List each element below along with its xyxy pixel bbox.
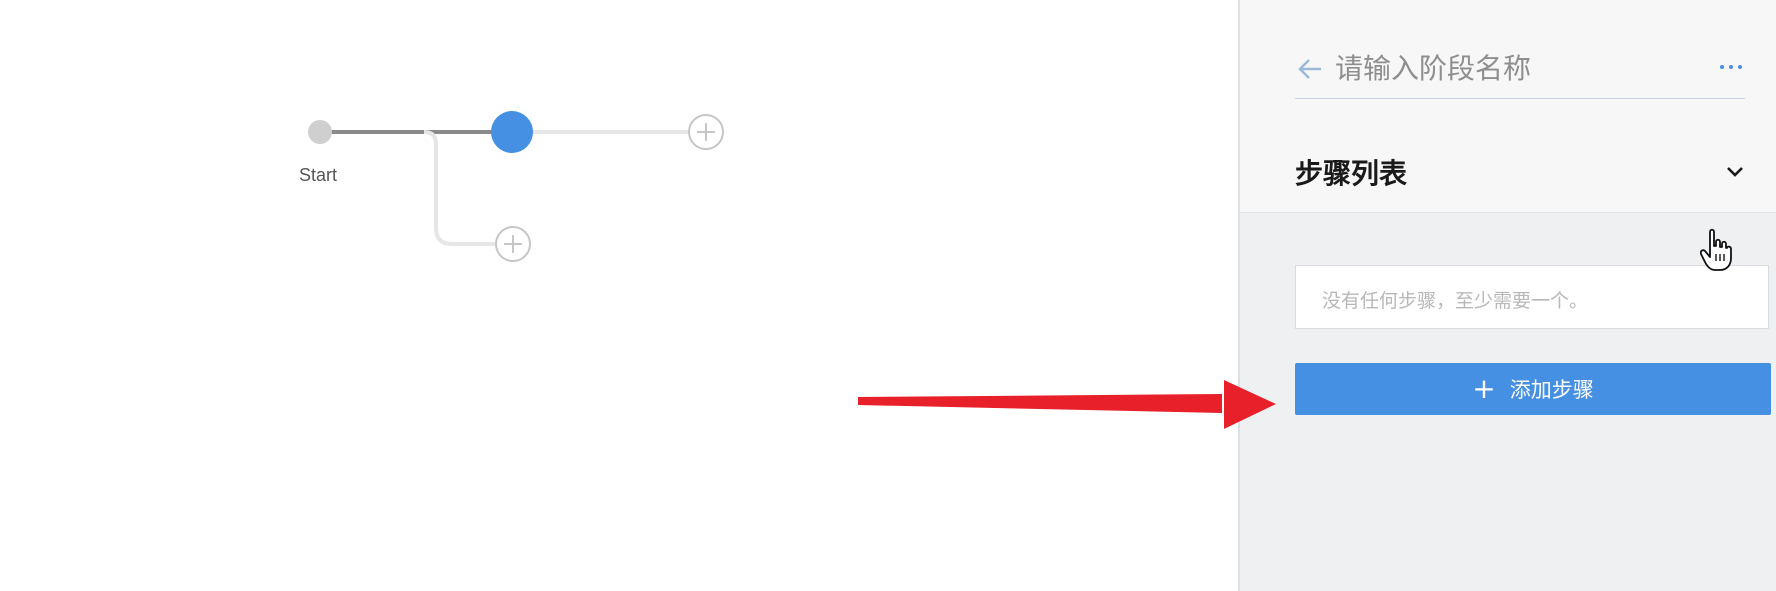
empty-steps-placeholder: 没有任何步骤，至少需要一个。 (1295, 265, 1769, 329)
add-stage-icon[interactable] (688, 114, 724, 150)
more-icon[interactable] (1719, 60, 1745, 74)
pipeline-graph (308, 111, 724, 262)
pipeline-canvas: Start (0, 0, 1238, 591)
add-parallel-stage-icon[interactable] (495, 226, 531, 262)
empty-steps-message: 没有任何步骤，至少需要一个。 (1322, 290, 1589, 312)
start-node[interactable] (308, 120, 332, 144)
steps-section-header[interactable]: 步骤列表 (1295, 150, 1745, 194)
stage-name-input[interactable] (1335, 46, 1695, 90)
start-label: Start (299, 165, 338, 185)
add-step-button[interactable]: + 添加步骤 (1295, 363, 1771, 415)
parallel-connector (423, 130, 496, 246)
stage-config-panel: 步骤列表 没有任何步骤，至少需要一个。 + 添加步骤 (1238, 0, 1776, 591)
add-step-label: 添加步骤 (1509, 378, 1594, 402)
stage-name-row (1295, 42, 1745, 99)
hand-cursor-icon (1700, 228, 1732, 271)
back-arrow-icon[interactable] (1295, 54, 1325, 84)
chevron-down-icon[interactable] (1725, 162, 1745, 182)
steps-section-title: 步骤列表 (1295, 157, 1408, 190)
stage-node-selected[interactable] (491, 111, 533, 153)
plus-icon: + (1472, 372, 1496, 405)
